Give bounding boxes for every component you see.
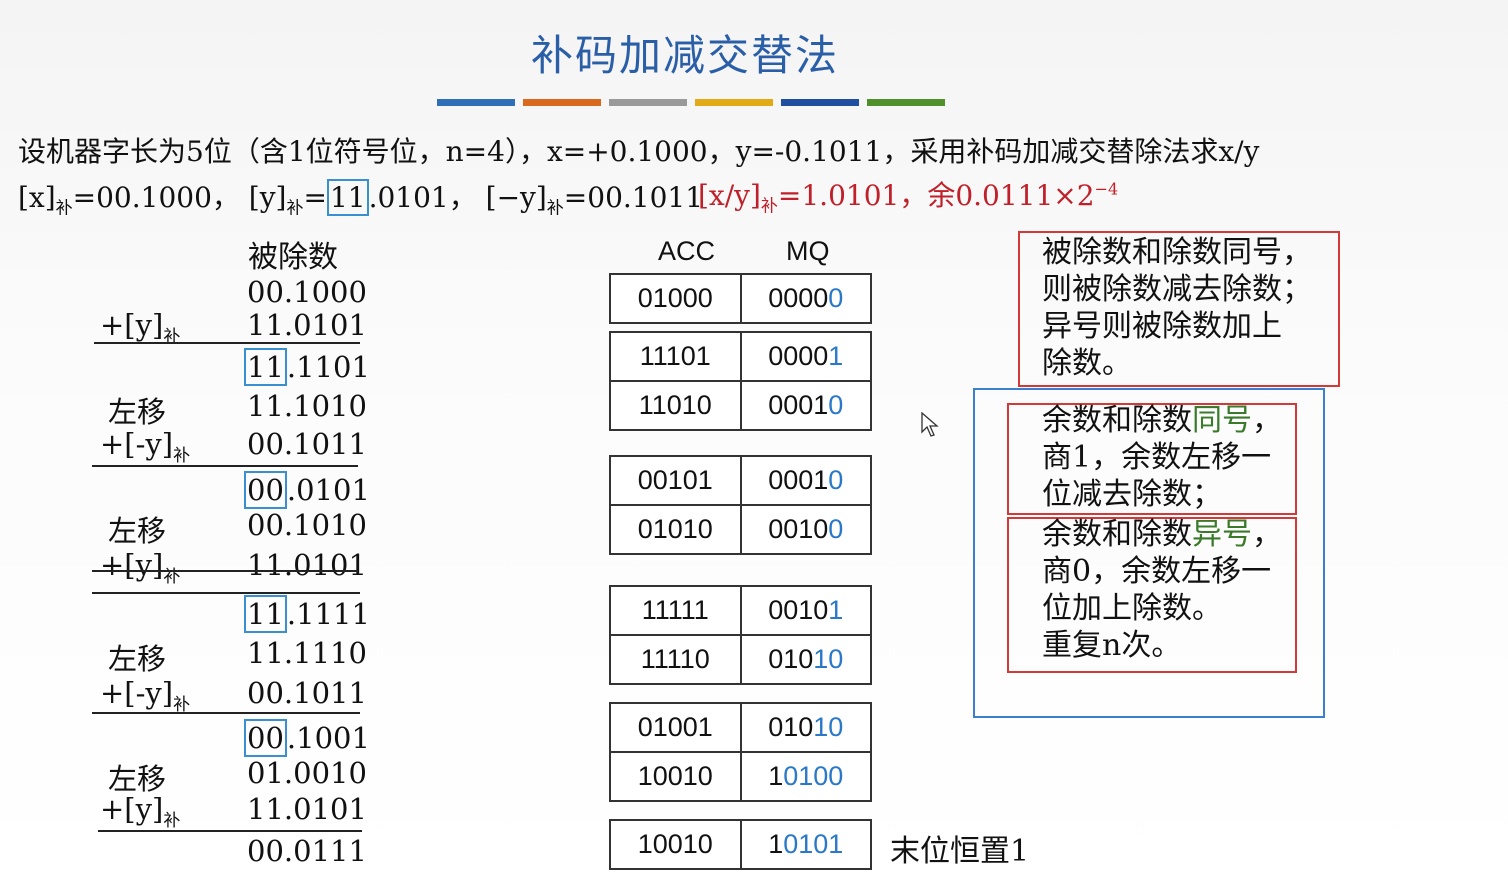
- register-group: 10010 1 0101: [609, 819, 872, 870]
- register-row: 11110 010 10: [611, 634, 870, 683]
- sign-bits-box: 11: [244, 348, 287, 386]
- acc-header: ACC: [658, 236, 716, 266]
- register-group: 11101 0000 1 11010 0001 0: [609, 331, 872, 431]
- title-bar-4: [781, 99, 859, 106]
- add-operand-label: +[-y]补: [100, 676, 191, 715]
- rule-initial: 被除数和除数同号， 则被除数减去除数； 异号则被除数加上 除数。: [1042, 235, 1312, 381]
- page-title: 补码加减交替法: [530, 31, 839, 80]
- division-value: 11.1111: [244, 595, 370, 633]
- sum-divider: [92, 570, 358, 572]
- mq-cell: 0010 1: [739, 587, 871, 634]
- title-bar-5: [867, 99, 945, 106]
- mq-cell: 1 0101: [739, 821, 871, 868]
- title-bar-0: [437, 99, 515, 106]
- mq-cell: 0001 0: [739, 457, 871, 504]
- mouse-cursor-icon: [921, 412, 939, 437]
- register-group: 01000 0000 0: [609, 273, 872, 324]
- sign-bits-box: 11: [244, 595, 287, 633]
- sum-divider: [92, 712, 360, 714]
- mq-cell: 010 10: [739, 704, 871, 751]
- division-value: 00.1001: [244, 719, 370, 757]
- register-row: 01010 0010 0: [611, 504, 870, 553]
- register-row: 01000 0000 0: [611, 275, 870, 322]
- acc-cell: 11101: [639, 341, 711, 371]
- register-group: 00101 0001 0 01010 0010 0: [609, 455, 872, 555]
- division-value: 00.1010: [247, 508, 367, 542]
- division-value: 00.0111: [247, 834, 367, 868]
- title-color-bars: [437, 99, 945, 106]
- x-comp-label: [x]: [18, 181, 56, 214]
- division-value: 00.0101: [244, 471, 370, 509]
- register-row: 11111 0010 1: [611, 587, 870, 634]
- register-row: 00101 0001 0: [611, 457, 870, 504]
- acc-cell: 01000: [637, 283, 713, 313]
- neg-y-comp-label: [−y]: [485, 181, 547, 214]
- add-operand-label: +[y]补: [100, 548, 181, 587]
- sign-bits-box: 11: [326, 179, 369, 216]
- division-value: 00.1000: [247, 275, 367, 309]
- sum-divider: [92, 592, 360, 594]
- complement-values: [x]补=00.1000， [y]补= 11.0101， [−y]补=00.101…: [18, 179, 704, 219]
- division-value: 11.1101: [244, 348, 370, 386]
- rule-diff-sign: 余数和除数异号， 商0，余数左移一 位加上除数。 重复n次。: [1042, 517, 1282, 663]
- division-value: 11.1010: [247, 389, 367, 423]
- sum-divider: [94, 342, 360, 344]
- acc-cell: 10010: [637, 761, 713, 791]
- mq-cell: 0001 0: [739, 382, 871, 429]
- title-bar-3: [695, 99, 773, 106]
- acc-cell: 11110: [640, 644, 710, 674]
- title-bar-1: [523, 99, 601, 106]
- shift-left-label: 左移: [108, 395, 167, 429]
- problem-statement: 设机器字长为5位（含1位符号位，n=4），x=+0.1000，y=-0.1011…: [18, 135, 1260, 168]
- add-operand-label: +[y]补: [100, 792, 181, 831]
- register-row: 01001 010 10: [611, 704, 870, 751]
- rule-same-sign: 余数和除数同号， 商1，余数左移一 位减去除数；: [1042, 403, 1282, 512]
- final-result: [x/y]补=1.0101，余0.0111×2−4: [698, 179, 1119, 217]
- acc-cell: 01001: [637, 712, 713, 742]
- acc-cell: 11111: [641, 595, 709, 625]
- tail-note: 末位恒置1: [890, 834, 1030, 869]
- acc-cell: 11010: [638, 390, 712, 420]
- sum-divider: [92, 465, 358, 467]
- division-value: 00.1011: [247, 427, 367, 461]
- acc-cell: 01010: [637, 514, 713, 544]
- mq-cell: 0000 1: [739, 333, 871, 380]
- division-value: 01.0010: [247, 756, 367, 790]
- y-comp-label: [y]: [248, 181, 287, 214]
- register-group: 01001 010 10 10010 1 0100: [609, 702, 872, 802]
- division-value: 11.0101: [247, 308, 367, 342]
- division-value: 11.0101: [247, 548, 367, 582]
- division-value: 00.1011: [247, 676, 367, 710]
- mq-cell: 0000 0: [739, 275, 871, 322]
- division-value: 11.1110: [247, 636, 367, 670]
- register-group: 11111 0010 1 11110 010 10: [609, 585, 872, 685]
- register-row: 11010 0001 0: [611, 380, 870, 429]
- add-operand-label: +[y]补: [100, 308, 181, 347]
- mq-cell: 1 0100: [739, 753, 871, 800]
- sum-divider: [98, 830, 362, 832]
- register-row: 10010 1 0100: [611, 751, 870, 800]
- add-operand-label: +[-y]补: [100, 427, 191, 466]
- dividend-header: 被除数: [248, 240, 338, 275]
- title-bar-2: [609, 99, 687, 106]
- sign-bits-box: 00: [244, 471, 287, 509]
- acc-cell: 10010: [637, 829, 713, 859]
- register-row: 11101 0000 1: [611, 333, 870, 380]
- mq-cell: 0010 0: [739, 506, 871, 553]
- shift-left-label: 左移: [108, 514, 167, 548]
- mq-cell: 010 10: [739, 636, 871, 683]
- sign-bits-box: 00: [244, 719, 287, 757]
- shift-left-label: 左移: [108, 642, 167, 676]
- mq-header: MQ: [786, 236, 830, 266]
- acc-cell: 00101: [637, 465, 713, 495]
- division-value: 11.0101: [247, 792, 367, 826]
- register-row: 10010 1 0101: [611, 821, 870, 868]
